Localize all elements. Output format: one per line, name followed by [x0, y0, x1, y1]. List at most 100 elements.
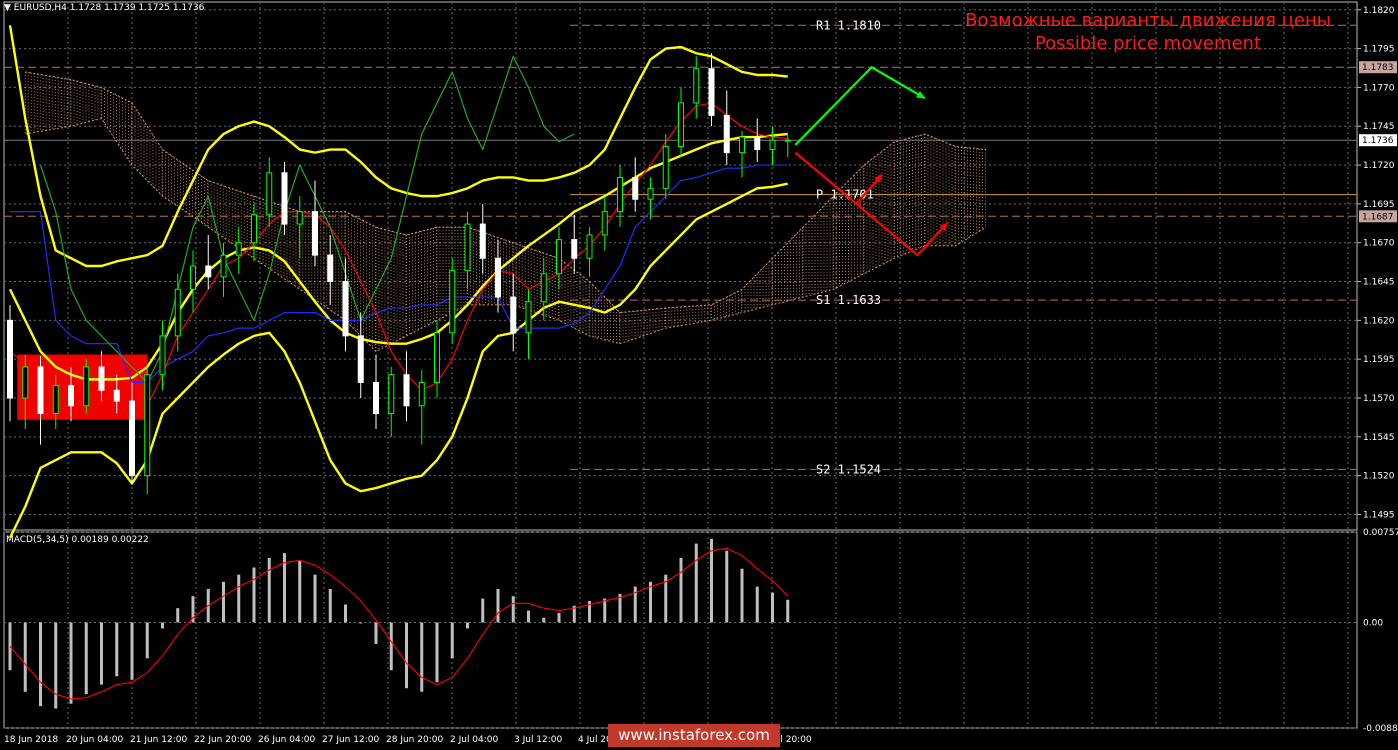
watermark-badge[interactable]: www.instaforex.com: [608, 724, 780, 747]
price-tick-label: 1.1645: [1363, 278, 1395, 288]
candle-body: [571, 239, 578, 259]
price-tick-label: 1.1795: [1363, 45, 1395, 55]
macd-histogram-bar: [557, 612, 561, 623]
candle-body: [754, 136, 761, 151]
macd-histogram-bar: [450, 622, 454, 659]
macd-histogram-bar: [771, 592, 774, 623]
macd-histogram-bar: [115, 622, 119, 677]
price-tick-label: 1.1620: [1363, 316, 1395, 326]
macd-histogram-bar: [130, 622, 134, 680]
time-tick-label: 2 Jul 04:00: [450, 735, 499, 745]
candle-body: [7, 319, 13, 399]
candles: [7, 53, 791, 495]
candle-body: [251, 214, 257, 244]
macd-histogram-bar: [54, 622, 58, 709]
macd-histogram-bar: [725, 550, 729, 623]
candle-body: [83, 366, 90, 407]
candle-body: [52, 385, 59, 415]
macd-histogram-bar: [23, 622, 27, 692]
macd-histogram-bar: [298, 560, 302, 623]
macd-histogram-bar: [420, 622, 424, 692]
time-tick-label: 21 Jun 12:00: [130, 735, 187, 745]
candle-body: [68, 385, 74, 407]
candle-body: [540, 273, 547, 303]
candle-body: [312, 211, 318, 256]
price-tick-label: 1.1545: [1363, 433, 1395, 443]
candle-body: [708, 68, 715, 116]
cloud-span-b: [25, 117, 987, 353]
candle-body: [205, 265, 212, 278]
price-tick-label: 1.1520: [1363, 472, 1395, 482]
candle-body: [510, 296, 517, 334]
candle-body: [403, 374, 410, 407]
time-tick-label: 28 Jun 20:00: [386, 735, 443, 745]
time-tick-label: 22 Jun 20:00: [194, 735, 251, 745]
candle-body: [678, 102, 684, 147]
macd-histogram-bar: [84, 622, 88, 695]
candle-body: [113, 389, 120, 402]
macd-histogram-bar: [176, 608, 180, 623]
macd-histogram-bar: [786, 599, 790, 623]
time-tick-label: 26 Jun 04:00: [258, 735, 315, 745]
candle-body: [235, 242, 242, 256]
highlight-rectangle: [17, 354, 148, 420]
candle-body: [556, 239, 562, 275]
indicator-lines: [8, 25, 788, 539]
macd-histogram-bar: [542, 617, 546, 623]
macd-histogram-bar: [374, 622, 378, 644]
highlight-box: [17, 354, 148, 420]
macd-signal-line: [9, 547, 789, 700]
candle-body: [22, 366, 29, 399]
price-tick-label: 1.1570: [1363, 394, 1395, 404]
price-tick-label: 1.1745: [1363, 122, 1395, 132]
candle-body: [159, 335, 166, 376]
candle-body: [601, 211, 608, 236]
macd-histogram-bar: [145, 622, 149, 659]
time-tick-label: 18 Jun 2018: [4, 735, 58, 745]
macd-tick-label: -0.00883: [1363, 724, 1398, 734]
macd-histogram-bar: [694, 543, 698, 623]
macd-histogram-bar: [359, 622, 363, 624]
candle-body: [37, 366, 44, 415]
macd-tick-label: 0.00757: [1363, 528, 1398, 538]
candle-body: [327, 254, 334, 283]
candle-body: [693, 68, 700, 104]
macd-histogram-bar: [100, 622, 103, 685]
macd-histogram-bar: [466, 622, 469, 629]
price-tick-label: 1.1720: [1363, 161, 1395, 171]
macd-histogram-bar: [252, 567, 256, 623]
candle-body: [342, 281, 349, 337]
bollinger-middle: [8, 132, 788, 381]
forecast-arrow-0: [794, 65, 926, 146]
macd-histogram-bar: [267, 557, 271, 623]
macd-histogram-bar: [481, 598, 485, 623]
macd-histogram-bar: [496, 589, 500, 623]
candle-body: [495, 257, 501, 298]
price-tag-label: 1.1687: [1362, 212, 1394, 222]
candle-body: [144, 374, 151, 477]
macd-histogram-bar: [161, 622, 164, 629]
candle-body: [357, 335, 364, 383]
symbol-header: ▼ EURUSD,H4 1.1728 1.1739 1.1725 1.1736: [4, 3, 204, 13]
macd-histogram-bar: [389, 622, 393, 671]
price-axis: 1.1820 1.1795 1.1770 1.1745 1.1720 1.1695 1.16…: [4, 6, 1398, 745]
dropdown-triangle-icon[interactable]: ▼: [4, 3, 11, 13]
macd-histogram-bar: [755, 586, 759, 623]
macd-histogram-bar: [237, 574, 241, 623]
macd-histogram-bar: [603, 598, 607, 623]
candle-body: [739, 136, 745, 154]
candle-body: [220, 254, 227, 278]
candle-body: [449, 270, 456, 334]
macd-panel: [8, 538, 790, 709]
candle-body: [129, 400, 135, 477]
symbol-info: EURUSD,H4 1.1728 1.1739 1.1725 1.1736: [13, 3, 205, 13]
candle-body: [586, 234, 593, 259]
price-tick-label: 1.1820: [1363, 6, 1395, 16]
bollinger-upper: [8, 25, 788, 268]
candle-body: [190, 265, 196, 290]
ichimoku-cloud: [24, 71, 987, 353]
macd-histogram-bar: [69, 622, 73, 704]
candle-body: [479, 223, 486, 259]
candle-body: [647, 187, 654, 200]
macd-histogram-bar: [679, 557, 683, 623]
